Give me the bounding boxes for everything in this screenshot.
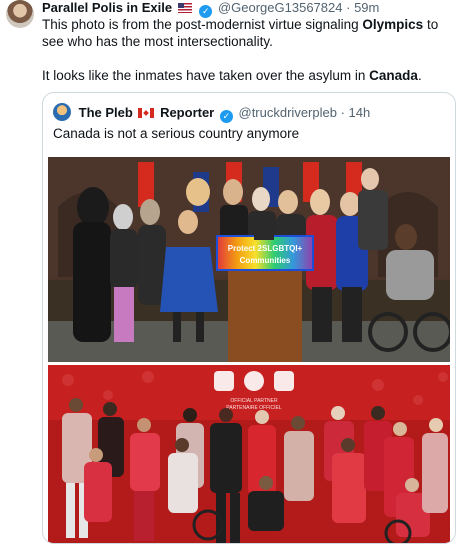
- tweet-text-part: It looks like the inmates have taken ove…: [42, 68, 370, 83]
- canada-flag-icon: [138, 108, 155, 118]
- avatar[interactable]: [6, 0, 34, 28]
- quoted-author-name[interactable]: The Pleb: [79, 105, 133, 120]
- quoted-image-olympic-uniforms[interactable]: OFFICIAL PARTNER PARTENAIRE OFFICIEL: [48, 365, 450, 543]
- separator-dot: ·: [346, 0, 351, 15]
- quoted-tweet[interactable]: The Pleb Reporter ✓ @truckdriverpleb · 1…: [42, 92, 456, 544]
- tweet-text-bold: Canada: [369, 68, 418, 83]
- podium-sign-line2: Communities: [240, 256, 291, 265]
- podium-sign-line1: Protect 2SLGBTQI+: [228, 244, 303, 253]
- quoted-handle[interactable]: @truckdriverpleb: [239, 105, 337, 120]
- tweet-timestamp[interactable]: 59m: [354, 0, 379, 15]
- quoted-tweet-text: Canada is not a serious country anymore: [53, 126, 300, 141]
- quoted-tweet-header: The Pleb Reporter ✓ @truckdriverpleb · 1…: [53, 103, 370, 123]
- separator-dot: ·: [340, 105, 345, 120]
- tweet-text: This photo is from the post-modernist vi…: [42, 16, 458, 84]
- olympic-uniforms-illustration: OFFICIAL PARTNER PARTENAIRE OFFICIEL: [48, 365, 450, 543]
- backdrop-text-line1: OFFICIAL PARTNER: [230, 398, 278, 404]
- author-name[interactable]: Parallel Polis in Exile: [42, 0, 172, 15]
- author-handle[interactable]: @GeorgeG13567824: [218, 0, 343, 15]
- us-flag-icon: [177, 3, 192, 13]
- quoted-avatar[interactable]: [53, 103, 71, 121]
- tweet-text-bold: Olympics: [362, 17, 424, 32]
- tweet-text-part: .: [417, 68, 422, 83]
- press-conference-illustration: Protect 2SLGBTQI+ Communities: [48, 157, 450, 362]
- tweet-text-part: This photo is from the post-modernist vi…: [42, 17, 363, 32]
- verified-badge-icon: ✓: [219, 110, 233, 123]
- quoted-author-name-suffix[interactable]: Reporter: [160, 105, 214, 120]
- tweet[interactable]: Parallel Polis in Exile ✓ @GeorgeG135678…: [0, 0, 466, 547]
- quoted-timestamp[interactable]: 14h: [349, 105, 371, 120]
- quoted-image-press-conference[interactable]: Protect 2SLGBTQI+ Communities: [48, 157, 450, 362]
- backdrop-text-line2: PARTENAIRE OFFICIEL: [226, 405, 282, 411]
